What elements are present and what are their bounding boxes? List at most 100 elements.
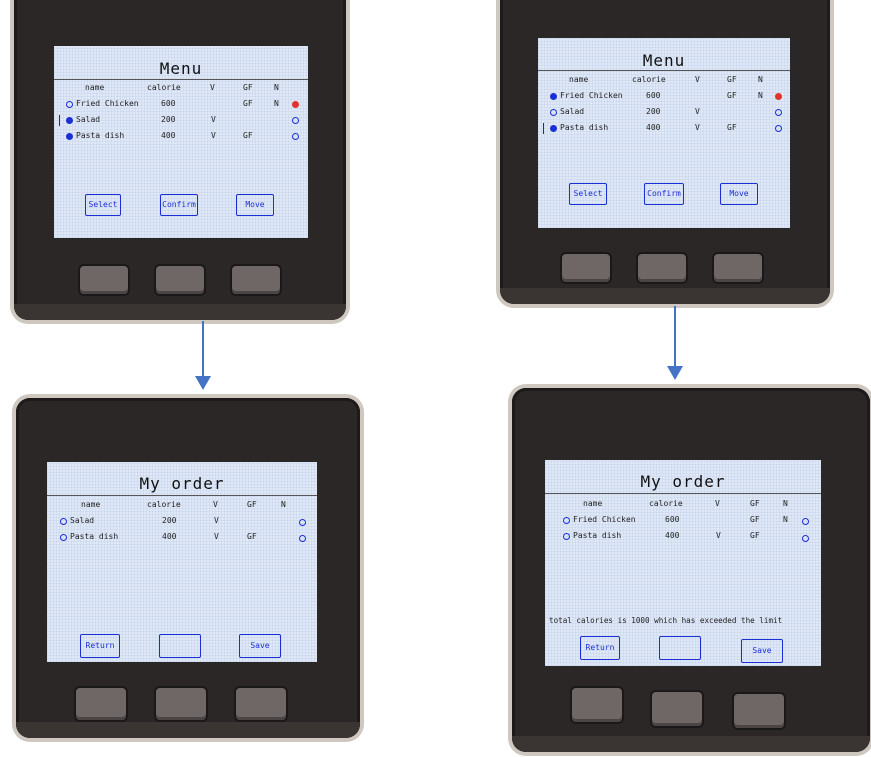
item-gf: GF: [750, 515, 760, 524]
hardware-button-center[interactable]: [156, 266, 204, 294]
item-n: N: [274, 99, 279, 108]
table-row[interactable]: Pasta dish 400 V GF: [47, 532, 317, 544]
table-row[interactable]: Pasta dish 400 V GF: [54, 131, 308, 143]
item-v: V: [211, 115, 216, 124]
row-right-radio[interactable]: [775, 125, 782, 132]
table-row[interactable]: Fried Chicken 600 GF N: [54, 99, 308, 111]
hardware-button-center[interactable]: [156, 688, 206, 720]
row-right-radio[interactable]: [292, 101, 299, 108]
row-right-radio[interactable]: [299, 519, 306, 526]
device-edge: [500, 288, 830, 304]
blank-button[interactable]: [659, 636, 701, 660]
item-calorie: 200: [162, 516, 177, 525]
column-header-calorie: calorie: [147, 83, 181, 92]
column-header-n: N: [758, 75, 763, 84]
row-left-radio[interactable]: [60, 534, 67, 541]
column-header-name: name: [85, 83, 105, 92]
item-calorie: 600: [646, 91, 661, 100]
flow-arrow-left-shaft: [202, 321, 204, 377]
select-button[interactable]: Select: [85, 194, 121, 216]
column-header-v: V: [715, 499, 720, 508]
flow-arrow-left-head: [195, 376, 211, 390]
hardware-button-right[interactable]: [734, 694, 784, 728]
row-left-radio[interactable]: [66, 133, 73, 140]
row-right-radio[interactable]: [802, 535, 809, 542]
column-header-name: name: [81, 500, 101, 509]
item-gf: GF: [247, 532, 257, 541]
confirm-button[interactable]: Confirm: [160, 194, 198, 216]
page-title: Menu: [159, 59, 203, 78]
column-header-v: V: [213, 500, 218, 509]
table-row[interactable]: Salad 200 V: [538, 107, 790, 119]
table-row[interactable]: Fried Chicken 600 GF N: [545, 515, 821, 527]
hardware-button-left[interactable]: [562, 254, 610, 282]
item-name: Salad: [560, 107, 585, 116]
row-cursor: [59, 115, 60, 126]
select-button[interactable]: Select: [569, 183, 607, 205]
device-menu-right: Menu name calorie V GF N Fried Chicken 6…: [500, 0, 830, 304]
hardware-button-left[interactable]: [572, 688, 622, 722]
row-right-radio[interactable]: [775, 109, 782, 116]
row-left-radio[interactable]: [66, 117, 73, 124]
row-right-radio[interactable]: [292, 133, 299, 140]
table-row[interactable]: Salad 200 V: [54, 115, 308, 127]
row-left-radio[interactable]: [563, 517, 570, 524]
hardware-button-left[interactable]: [76, 688, 126, 720]
item-name: Salad: [76, 115, 101, 124]
row-right-radio[interactable]: [802, 518, 809, 525]
row-left-radio[interactable]: [550, 109, 557, 116]
row-right-radio[interactable]: [775, 93, 782, 100]
item-gf: GF: [243, 99, 253, 108]
table-row[interactable]: Pasta dish 400 V GF: [545, 531, 821, 543]
page-title: My order: [139, 474, 225, 493]
device-order-left: My order name calorie V GF N Salad 200 V…: [16, 398, 360, 738]
hardware-button-right[interactable]: [714, 254, 762, 282]
item-calorie: 400: [162, 532, 177, 541]
column-header-n: N: [783, 499, 788, 508]
page-title: My order: [640, 472, 726, 491]
confirm-button[interactable]: Confirm: [644, 183, 684, 205]
item-calorie: 400: [646, 123, 661, 132]
item-calorie: 400: [161, 131, 176, 140]
column-header-n: N: [281, 500, 286, 509]
return-button[interactable]: Return: [580, 636, 620, 660]
row-left-radio[interactable]: [66, 101, 73, 108]
item-name: Pasta dish: [70, 532, 119, 541]
column-header-gf: GF: [247, 500, 257, 509]
table-row[interactable]: Salad 200 V: [47, 516, 317, 528]
column-header-calorie: calorie: [649, 499, 683, 508]
row-right-radio[interactable]: [299, 535, 306, 542]
flow-arrow-right-head: [667, 366, 683, 380]
row-left-radio[interactable]: [550, 125, 557, 132]
hardware-button-center[interactable]: [638, 254, 686, 282]
save-button[interactable]: Save: [239, 634, 281, 658]
device-edge: [14, 304, 346, 320]
table-row[interactable]: Fried Chicken 600 GF N: [538, 91, 790, 103]
table-header: name calorie V GF N: [538, 75, 790, 87]
item-name: Fried Chicken: [573, 515, 636, 524]
row-cursor: [543, 123, 544, 134]
table-row[interactable]: Pasta dish 400 V GF: [538, 123, 790, 135]
hardware-button-left[interactable]: [80, 266, 128, 294]
column-header-calorie: calorie: [632, 75, 666, 84]
item-name: Pasta dish: [76, 131, 125, 140]
column-header-calorie: calorie: [147, 500, 181, 509]
row-left-radio[interactable]: [550, 93, 557, 100]
hardware-button-right[interactable]: [232, 266, 280, 294]
save-button[interactable]: Save: [741, 639, 783, 663]
item-name: Salad: [70, 516, 95, 525]
row-left-radio[interactable]: [563, 533, 570, 540]
hardware-button-center[interactable]: [652, 692, 702, 726]
row-left-radio[interactable]: [60, 518, 67, 525]
row-right-radio[interactable]: [292, 117, 299, 124]
item-v: V: [695, 107, 700, 116]
table-header: name calorie V GF N: [47, 500, 317, 512]
column-header-name: name: [569, 75, 589, 84]
column-header-n: N: [274, 83, 279, 92]
return-button[interactable]: Return: [80, 634, 120, 658]
column-header-gf: GF: [727, 75, 737, 84]
move-button[interactable]: Move: [720, 183, 758, 205]
blank-button[interactable]: [159, 634, 201, 658]
move-button[interactable]: Move: [236, 194, 274, 216]
hardware-button-right[interactable]: [236, 688, 286, 720]
